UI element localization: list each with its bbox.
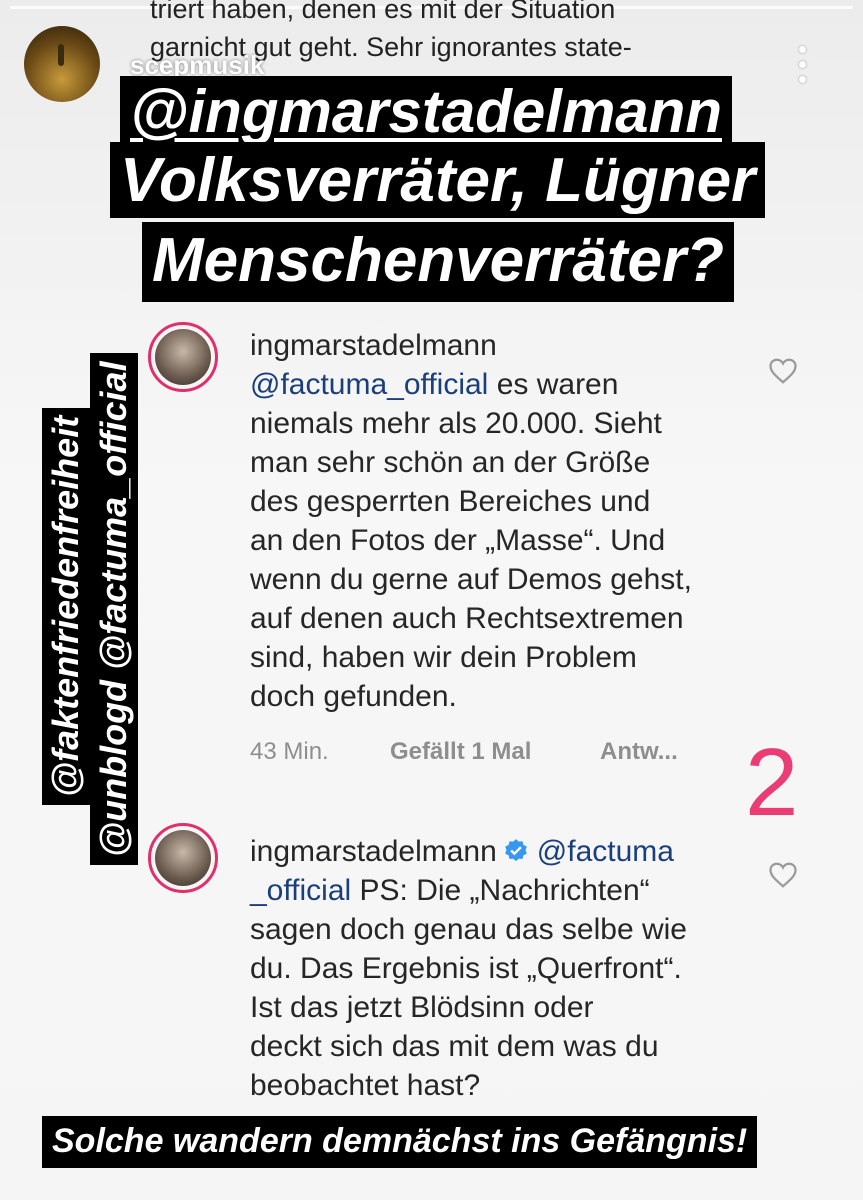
- comment1-mention[interactable]: @factuma_official: [250, 368, 488, 401]
- comment2-line2: PS: Die „Nachrichten“: [351, 874, 650, 907]
- more-options-icon[interactable]: [799, 46, 807, 83]
- comment2-mention-part1[interactable]: @factuma: [537, 835, 674, 868]
- comment1-reply-button[interactable]: Antw...: [600, 738, 678, 766]
- story-avatar[interactable]: [24, 26, 100, 102]
- comment1-body: ingmarstadelmann @factuma_official es wa…: [250, 326, 692, 716]
- vertical-tag-2[interactable]: @unblogd @factuma_official: [90, 353, 138, 865]
- comment2-body: ingmarstadelmann @factuma _official PS: D…: [250, 832, 687, 1105]
- comment1-line: niemals mehr als 20.000. Sieht: [250, 407, 662, 440]
- comment2-username[interactable]: ingmarstadelmann: [250, 835, 497, 868]
- slide-number: 2: [745, 729, 799, 836]
- comment1-line: an den Fotos der „Masse“. Und: [250, 524, 666, 557]
- background-caption-line1: triert haben, denen es mit der Situation: [150, 0, 616, 24]
- heart-icon[interactable]: [768, 861, 798, 889]
- comment1-likes[interactable]: Gefällt 1 Mal: [390, 738, 531, 766]
- comment2-line: deckt sich das mit dem was du: [250, 1030, 659, 1063]
- comment2-line: beobachtet hast?: [250, 1069, 481, 1102]
- comment2-line: du. Das Ergebnis ist „Querfront“.: [250, 952, 682, 985]
- bottom-caption: Solche wandern demnächst ins Gefängnis!: [42, 1116, 758, 1168]
- vertical-tag-1[interactable]: @faktenfriedenfreiheit: [42, 407, 90, 805]
- comment1-line1: es waren: [488, 368, 619, 401]
- comment1-line: wenn du gerne auf Demos gehst,: [250, 563, 692, 596]
- headline-line2: Volksverräter, Lügner: [110, 142, 766, 218]
- comment1-username[interactable]: ingmarstadelmann: [250, 326, 692, 365]
- comment2-avatar[interactable]: [148, 823, 218, 893]
- comment1-line: sind, haben wir dein Problem: [250, 641, 637, 674]
- headline-mention[interactable]: @ingmarstadelmann: [120, 76, 732, 148]
- comment1-line: auf denen auch Rechtsextremen: [250, 602, 684, 635]
- comment1-line: doch gefunden.: [250, 680, 457, 713]
- comment1-avatar[interactable]: [148, 322, 218, 392]
- verified-badge-icon: [504, 839, 527, 862]
- heart-icon[interactable]: [768, 357, 798, 385]
- comment1-line: des gesperrten Bereiches und: [250, 485, 651, 518]
- comment2-line: sagen doch genau das selbe wie: [250, 913, 687, 946]
- comment1-line: man sehr schön an der Größe: [250, 446, 651, 479]
- comment2-line: Ist das jetzt Blödsinn oder: [250, 991, 594, 1024]
- comment2-mention-part2[interactable]: _official: [250, 874, 351, 907]
- comment1-time: 43 Min.: [250, 738, 329, 765]
- headline-line3: Menschenverräter?: [142, 222, 735, 302]
